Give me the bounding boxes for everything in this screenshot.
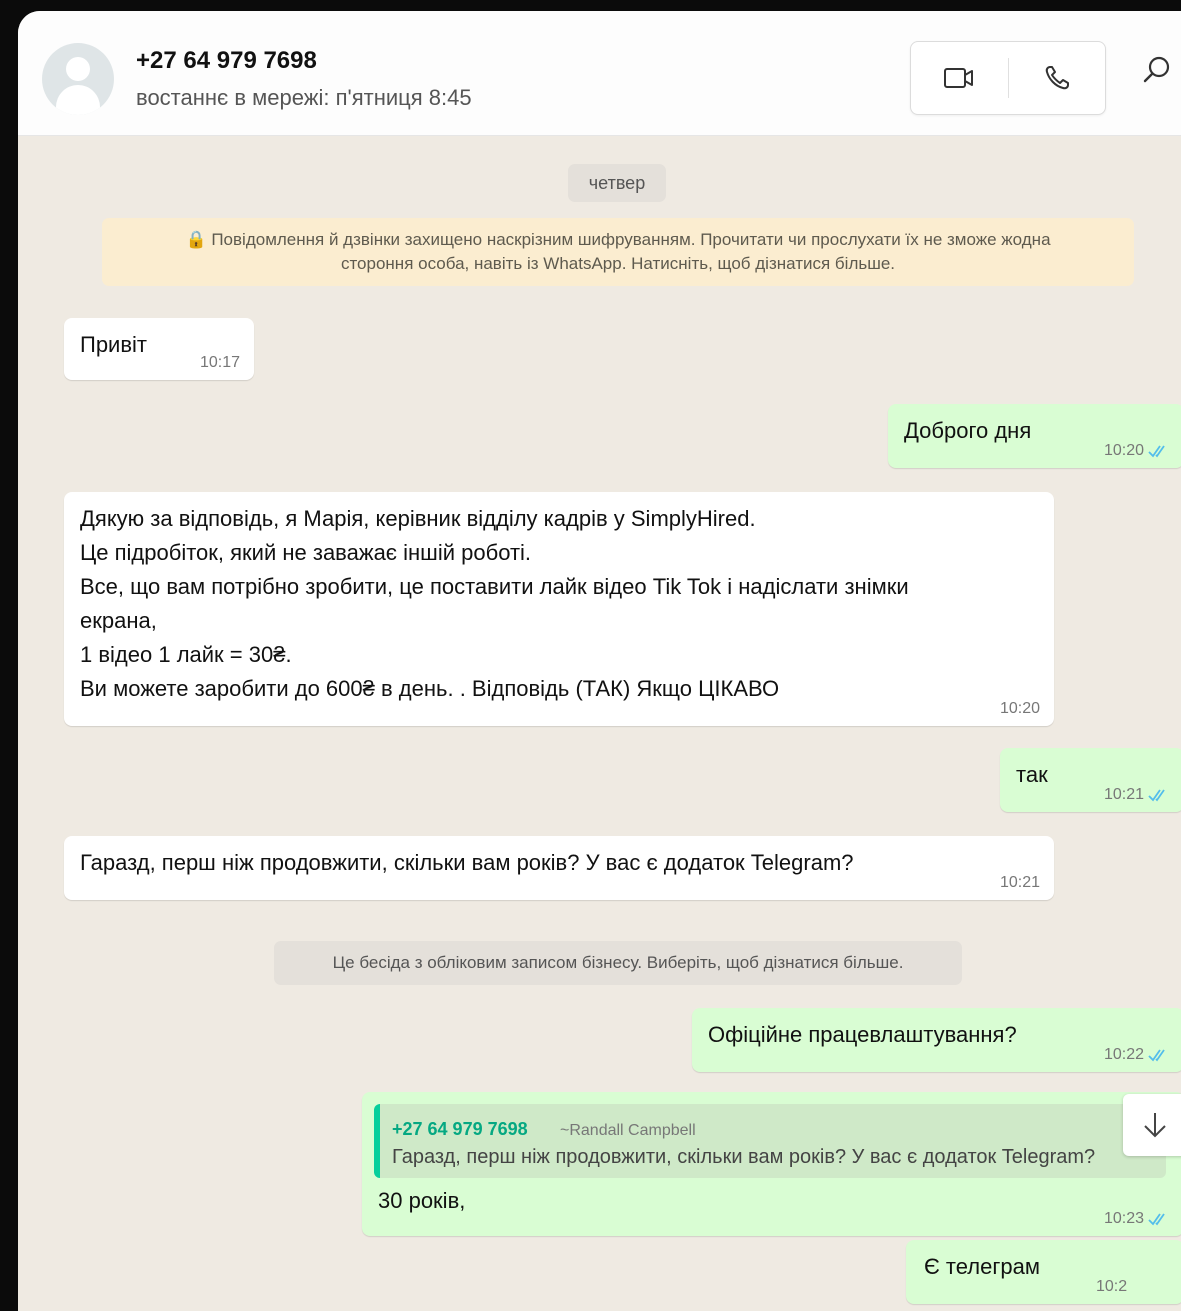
voice-call-button[interactable] xyxy=(1009,42,1105,114)
video-call-icon xyxy=(944,68,973,88)
search-button[interactable] xyxy=(1142,55,1181,99)
message-text: Привіт xyxy=(80,332,147,357)
message-time: 10:21 xyxy=(1000,874,1040,892)
message-time: 10:21 xyxy=(1104,786,1170,804)
incoming-message[interactable]: Гаразд, перш ніж продовжити, скільки вам… xyxy=(64,836,1054,900)
read-ticks-icon xyxy=(1148,789,1165,802)
outgoing-message[interactable]: Є телеграм 10:2 xyxy=(906,1240,1181,1304)
scroll-to-bottom-button[interactable] xyxy=(1123,1094,1181,1156)
business-account-notice[interactable]: Це бесіда з обліковим записом бізнесу. В… xyxy=(274,941,962,985)
outgoing-message[interactable]: Доброго дня 10:20 xyxy=(888,404,1181,468)
message-text: так xyxy=(1016,762,1048,787)
message-time-value: 10:20 xyxy=(1103,442,1144,459)
message-time: 10:2 xyxy=(1096,1278,1127,1296)
message-time: 10:17 xyxy=(200,354,240,372)
message-time: 10:20 xyxy=(1104,442,1170,460)
message-time-value: 10:21 xyxy=(1103,786,1144,803)
outgoing-reply-message[interactable]: +27 64 979 7698 ~Randall Campbell Гаразд… xyxy=(362,1092,1181,1236)
incoming-message[interactable]: Привіт 10:17 xyxy=(64,318,254,380)
outgoing-message[interactable]: так 10:21 xyxy=(1000,748,1181,812)
video-call-button[interactable] xyxy=(911,42,1007,114)
incoming-message[interactable]: Дякую за відповідь, я Марія, керівник ві… xyxy=(64,492,1054,726)
day-separator: четвер xyxy=(568,164,666,202)
outgoing-message[interactable]: Офіційне працевлаштування? 10:22 xyxy=(692,1008,1181,1072)
arrow-down-icon xyxy=(1144,1113,1166,1138)
chat-window: +27 64 979 7698 востаннє в мережі: п'ятн… xyxy=(18,11,1181,1311)
message-time-value: 10:21 xyxy=(999,874,1040,891)
message-time-value: 10:22 xyxy=(1103,1046,1144,1063)
search-icon xyxy=(1143,56,1170,83)
message-text: Доброго дня xyxy=(904,418,1032,443)
message-text: 30 років, xyxy=(378,1188,466,1213)
read-ticks-icon xyxy=(1148,445,1165,458)
message-time-value: 10:23 xyxy=(1103,1210,1144,1227)
quoted-text: Гаразд, перш ніж продовжити, скільки вам… xyxy=(392,1146,1096,1168)
avatar-head xyxy=(66,57,90,81)
read-ticks-icon xyxy=(1148,1213,1165,1226)
message-time: 10:23 xyxy=(1104,1210,1170,1228)
message-text: Гаразд, перш ніж продовжити, скільки вам… xyxy=(80,850,854,875)
contact-name[interactable]: +27 64 979 7698 xyxy=(136,47,317,75)
message-time-value: 10:20 xyxy=(999,700,1040,717)
avatar-icon[interactable] xyxy=(42,43,114,115)
chat-header: +27 64 979 7698 востаннє в мережі: п'ятн… xyxy=(18,11,1181,136)
avatar-body xyxy=(56,85,100,115)
call-buttons-group xyxy=(910,41,1106,115)
message-time-value: 10:2 xyxy=(1096,1278,1128,1295)
last-seen-status: востаннє в мережі: п'ятниця 8:45 xyxy=(136,85,472,110)
message-text: Офіційне працевлаштування? xyxy=(708,1022,1017,1047)
chat-area[interactable]: четвер 🔒 Повідомлення й дзвінки захищено… xyxy=(18,136,1181,1311)
message-text: Є телеграм xyxy=(924,1254,1040,1279)
message-text: Дякую за відповідь, я Марія, керівник ві… xyxy=(80,506,909,701)
message-time: 10:22 xyxy=(1104,1046,1170,1064)
read-ticks-icon xyxy=(1148,1049,1165,1062)
message-time: 10:20 xyxy=(1000,700,1040,718)
encryption-notice[interactable]: 🔒 Повідомлення й дзвінки захищено наскрі… xyxy=(102,218,1134,286)
voice-call-icon xyxy=(1045,66,1069,90)
message-time-value: 10:17 xyxy=(199,354,240,371)
quoted-message[interactable]: +27 64 979 7698 ~Randall Campbell Гаразд… xyxy=(374,1104,1166,1178)
